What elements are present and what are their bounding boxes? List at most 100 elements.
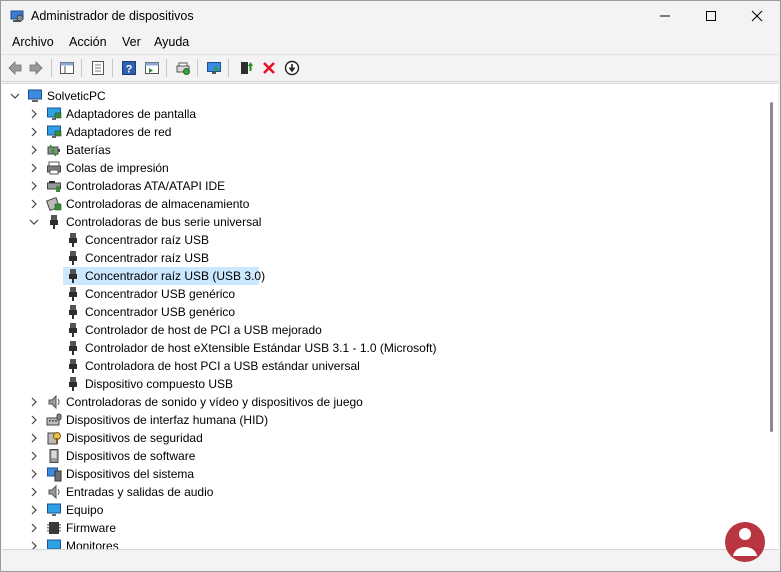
- usb-icon: [69, 377, 77, 391]
- uninstall-device-button[interactable]: [259, 58, 279, 78]
- window-title: Administrador de dispositivos: [31, 9, 194, 23]
- menu-accion[interactable]: Acción: [69, 35, 107, 49]
- tree-category[interactable]: Controladoras de almacenamiento: [2, 195, 762, 213]
- tree-item-label: Controladoras de sonido y vídeo y dispos…: [66, 395, 363, 409]
- tree-category[interactable]: Equipo: [2, 501, 762, 519]
- chevron-right-icon[interactable]: [28, 414, 40, 426]
- tree-category[interactable]: Controladoras ATA/ATAPI IDE: [2, 177, 762, 195]
- chevron-right-icon[interactable]: [28, 144, 40, 156]
- chevron-right-icon[interactable]: [28, 198, 40, 210]
- toolbar-separator: [166, 59, 167, 77]
- close-button[interactable]: [734, 1, 780, 31]
- chevron-right-icon[interactable]: [28, 162, 40, 174]
- menu-ver[interactable]: Ver: [122, 35, 141, 49]
- tree-item-label: Controladoras de bus serie universal: [66, 215, 262, 229]
- printer-icon: [47, 161, 61, 175]
- back-button[interactable]: [5, 58, 25, 78]
- tree-item-label: Concentrador USB genérico: [85, 287, 236, 301]
- tree-device[interactable]: Dispositivo compuesto USB: [2, 375, 762, 393]
- tree-category[interactable]: Monitores: [2, 537, 762, 549]
- display-adapter-icon: [47, 107, 62, 120]
- tree-item-label: Concentrador raíz USB: [85, 233, 210, 247]
- tree-item-label: Monitores: [66, 539, 119, 549]
- tree-category[interactable]: Entradas y salidas de audio: [2, 483, 762, 501]
- tree-item-label: Dispositivos del sistema: [66, 467, 195, 481]
- tree-category[interactable]: Firmware: [2, 519, 762, 537]
- tree-item-label: Controladoras de almacenamiento: [66, 197, 250, 211]
- chevron-down-icon[interactable]: [9, 90, 21, 102]
- arrow-right-icon: [29, 61, 43, 75]
- toolbar-separator: [81, 59, 82, 77]
- tree-category[interactable]: Baterías: [2, 141, 762, 159]
- toolbar-separator: [112, 59, 113, 77]
- tree-category[interactable]: Controladoras de bus serie universal: [2, 213, 762, 231]
- tree-category[interactable]: Dispositivos de software: [2, 447, 762, 465]
- menu-archivo[interactable]: Archivo: [12, 35, 54, 49]
- tree-device[interactable]: Controlador de host eXtensible Estándar …: [2, 339, 762, 357]
- chevron-right-icon[interactable]: [28, 504, 40, 516]
- tree-item-label: Dispositivos de software: [66, 449, 196, 463]
- tree-device[interactable]: Concentrador raíz USB: [2, 249, 762, 267]
- tree-item-label: Equipo: [66, 503, 104, 517]
- tree-category[interactable]: Controladoras de sonido y vídeo y dispos…: [2, 393, 762, 411]
- red-x-icon: [263, 62, 275, 74]
- disable-device-button[interactable]: [282, 58, 302, 78]
- ide-controller-icon: [47, 181, 61, 192]
- tree-item-label: Adaptadores de red: [66, 125, 172, 139]
- scan-hardware-icon: [176, 62, 190, 75]
- enable-device-icon: [241, 62, 253, 74]
- chevron-right-icon[interactable]: [28, 432, 40, 444]
- tree-device[interactable]: Concentrador raíz USB: [2, 231, 762, 249]
- chevron-right-icon[interactable]: [28, 180, 40, 192]
- tree-category[interactable]: Colas de impresión: [2, 159, 762, 177]
- usb-icon: [69, 341, 77, 355]
- scan-hardware-changes-button[interactable]: [173, 58, 193, 78]
- properties-button[interactable]: [88, 58, 108, 78]
- tree-device[interactable]: Concentrador USB genérico: [2, 285, 762, 303]
- chevron-right-icon[interactable]: [28, 468, 40, 480]
- tree-root-computer[interactable]: SolveticPC: [2, 87, 762, 105]
- tree-item-label: Controladoras ATA/ATAPI IDE: [66, 179, 226, 193]
- system-device-icon: [47, 467, 62, 482]
- tree-category[interactable]: Dispositivos de interfaz humana (HID): [2, 411, 762, 429]
- device-manager-app-icon: [10, 10, 24, 22]
- enable-device-button[interactable]: [236, 58, 256, 78]
- software-device-icon: [49, 449, 59, 463]
- help-button[interactable]: ?: [119, 58, 139, 78]
- tree-item-label: Colas de impresión: [66, 161, 169, 175]
- minimize-button[interactable]: [642, 1, 688, 31]
- chevron-right-icon[interactable]: [28, 540, 40, 549]
- tree-device[interactable]: Controlador de host de PCI a USB mejorad…: [2, 321, 762, 339]
- tree-device[interactable]: Concentrador raíz USB (USB 3.0): [2, 267, 762, 285]
- usb-icon: [50, 215, 58, 229]
- update-driver-button[interactable]: [204, 58, 224, 78]
- tree-category[interactable]: Dispositivos del sistema: [2, 465, 762, 483]
- forward-button[interactable]: [26, 58, 46, 78]
- vertical-scrollbar[interactable]: [764, 84, 778, 549]
- tree-device[interactable]: Concentrador USB genérico: [2, 303, 762, 321]
- tree-device[interactable]: Controladora de host PCI a USB estándar …: [2, 357, 762, 375]
- chevron-right-icon[interactable]: [28, 522, 40, 534]
- vertical-scrollbar-thumb[interactable]: [770, 102, 773, 432]
- show-hide-console-tree-button[interactable]: [57, 58, 77, 78]
- close-icon: [751, 10, 763, 22]
- properties-icon: [92, 61, 104, 75]
- chevron-right-icon[interactable]: [28, 450, 40, 462]
- tree-category[interactable]: Adaptadores de pantalla: [2, 105, 762, 123]
- chevron-right-icon[interactable]: [28, 126, 40, 138]
- chevron-down-icon[interactable]: [28, 216, 40, 228]
- firmware-icon: [47, 522, 61, 534]
- chevron-right-icon[interactable]: [28, 486, 40, 498]
- device-tree[interactable]: SolveticPC Adaptadores de pantalla Adaptad…: [2, 83, 778, 549]
- maximize-button[interactable]: [688, 1, 734, 31]
- tree-category[interactable]: Dispositivos de seguridad: [2, 429, 762, 447]
- menu-ayuda[interactable]: Ayuda: [154, 35, 189, 49]
- chevron-right-icon[interactable]: [28, 396, 40, 408]
- monitor-icon: [47, 539, 61, 549]
- tree-category[interactable]: Adaptadores de red: [2, 123, 762, 141]
- tree-item-label: Dispositivo compuesto USB: [85, 377, 234, 391]
- chevron-right-icon[interactable]: [28, 108, 40, 120]
- action-pane-button[interactable]: [142, 58, 162, 78]
- console-tree-icon: [60, 62, 74, 74]
- usb-icon: [69, 233, 77, 247]
